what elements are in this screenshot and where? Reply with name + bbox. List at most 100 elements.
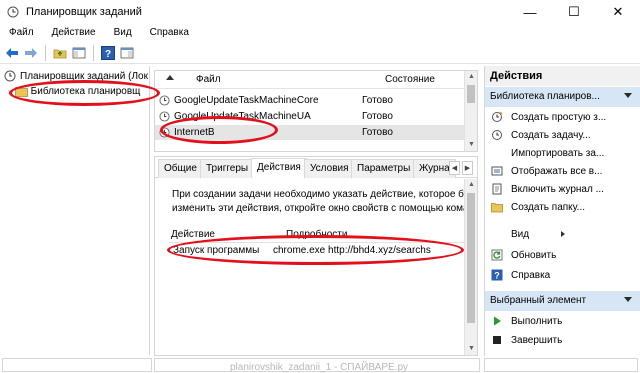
scroll-thumb[interactable] <box>467 85 475 103</box>
action-label: Завершить <box>511 334 563 346</box>
title-bar: Планировщик заданий — ☐ ✕ <box>0 0 640 24</box>
scroll-thumb[interactable] <box>467 193 475 323</box>
action-refresh[interactable]: Обновить <box>491 247 556 263</box>
close-button[interactable]: ✕ <box>596 0 640 24</box>
task-list-header: Файл Состояние <box>155 71 465 89</box>
table-row[interactable]: Запуск программы chrome.exe http://bhd4.… <box>169 243 467 258</box>
action-enable-log[interactable]: Включить журнал ... <box>491 181 604 197</box>
sort-up-icon <box>166 75 174 80</box>
maximize-button[interactable]: ☐ <box>552 0 596 24</box>
tree-library-label: Библиотека планировщ <box>30 85 141 97</box>
collapse-arrow-icon[interactable] <box>624 297 632 302</box>
folder-icon <box>14 86 28 97</box>
tab-scroll-right-icon[interactable]: ▶ <box>462 161 473 175</box>
show-hide-tree-icon[interactable] <box>71 45 87 61</box>
action-details: chrome.exe http://bhd4.xyz/searchs <box>273 245 431 256</box>
action-run[interactable]: Выполнить <box>491 313 562 329</box>
column-header-details[interactable]: Подробности <box>286 229 347 240</box>
table-row-selected[interactable]: InternetB Готово <box>155 125 465 140</box>
task-state: Готово <box>362 95 393 106</box>
action-end[interactable]: Завершить <box>491 332 562 348</box>
action-create-folder[interactable]: Создать папку... <box>491 199 585 215</box>
help-icon: ? <box>491 269 503 281</box>
clock-icon <box>7 6 19 18</box>
forward-arrow-icon[interactable] <box>23 45 39 61</box>
task-clock-icon <box>159 111 170 122</box>
help-icon[interactable]: ? <box>100 45 116 61</box>
table-row[interactable]: GoogleUpdateTaskMachineCore Готово <box>155 93 465 108</box>
task-list-scrollbar[interactable]: ▲ ▼ <box>464 71 477 151</box>
menu-help[interactable]: Справка <box>141 25 198 41</box>
task-clock-icon <box>159 127 170 138</box>
display-running-icon <box>491 165 503 177</box>
status-cell <box>2 358 152 372</box>
watermark-text: planirovshik_zadanii_1 - СПАЙВАРЕ.ру <box>230 362 408 373</box>
tree-item-root[interactable]: Планировщик заданий (Лок <box>4 69 148 83</box>
table-row[interactable]: GoogleUpdateTaskMachineUA Готово <box>155 109 465 124</box>
section-label: Выбранный элемент <box>490 295 587 306</box>
clock-icon <box>4 70 16 82</box>
scroll-up-icon[interactable]: ▲ <box>465 71 477 83</box>
description-line: изменить эти действия, откройте окно сво… <box>172 203 468 214</box>
menu-action[interactable]: Действие <box>43 25 105 41</box>
window-title: Планировщик заданий <box>26 6 142 18</box>
action-pane-icon[interactable] <box>119 45 135 61</box>
toolbar-separator <box>93 44 94 61</box>
chevron-right-icon[interactable]: › <box>8 87 11 96</box>
collapse-arrow-icon[interactable] <box>624 93 632 98</box>
action-display-running[interactable]: Отображать все в... <box>491 163 602 179</box>
action-label: Создать папку... <box>511 201 585 213</box>
task-list: Файл Состояние GoogleUpdateTaskMachineCo… <box>154 70 478 152</box>
column-header-state[interactable]: Состояние <box>385 74 435 85</box>
task-name: InternetB <box>174 127 215 138</box>
scroll-down-icon[interactable]: ▼ <box>465 139 477 151</box>
create-task-icon <box>491 129 503 141</box>
tree-root-label: Планировщик заданий (Лок <box>20 70 148 82</box>
enable-log-icon <box>491 183 503 195</box>
blank-icon <box>491 147 503 159</box>
scroll-up-icon[interactable]: ▲ <box>465 179 477 191</box>
menu-view[interactable]: Вид <box>105 25 141 41</box>
task-scheduler-window: Планировщик заданий — ☐ ✕ Файл Действие … <box>0 0 640 373</box>
details-scrollbar[interactable]: ▲ ▼ <box>464 179 477 355</box>
task-state: Готово <box>362 111 393 122</box>
tab-general[interactable]: Общие <box>158 159 203 178</box>
column-header-file[interactable]: Файл <box>196 74 221 85</box>
action-import-task[interactable]: Импортировать за... <box>491 145 604 161</box>
create-basic-task-icon <box>491 111 503 123</box>
action-create-task[interactable]: Создать задачу... <box>491 127 591 143</box>
actions-section-library[interactable]: Библиотека планиров... <box>485 87 640 107</box>
action-label: Импортировать за... <box>511 147 605 159</box>
actions-section-selected[interactable]: Выбранный элемент <box>485 291 640 311</box>
action-view[interactable]: Вид <box>491 226 565 242</box>
action-label: Вид <box>511 228 530 240</box>
section-label: Библиотека планиров... <box>490 91 600 102</box>
minimize-button[interactable]: — <box>508 0 552 24</box>
column-header-action[interactable]: Действие <box>171 229 215 240</box>
task-details: Общие Триггеры Действия Условия Параметр… <box>154 156 478 356</box>
action-label: Создать задачу... <box>511 129 591 141</box>
scroll-down-icon[interactable]: ▼ <box>465 343 477 355</box>
actions-table-header: Действие Подробности <box>169 227 467 243</box>
action-create-basic-task[interactable]: Создать простую з... <box>491 109 606 125</box>
menu-file[interactable]: Файл <box>0 25 43 41</box>
tab-triggers[interactable]: Триггеры <box>200 159 255 178</box>
tab-settings[interactable]: Параметры <box>351 159 417 178</box>
tab-scroll-left-icon[interactable]: ◀ <box>449 161 460 175</box>
action-help[interactable]: ? Справка <box>491 267 550 283</box>
details-tabs: Общие Триггеры Действия Условия Параметр… <box>155 157 477 178</box>
back-arrow-icon[interactable] <box>4 45 20 61</box>
svg-text:?: ? <box>105 49 111 60</box>
blank-icon <box>491 228 503 240</box>
menu-bar: Файл Действие Вид Справка <box>0 25 640 41</box>
action-label: Создать простую з... <box>511 111 607 123</box>
tab-conditions[interactable]: Условия <box>304 159 355 178</box>
actions-description: При создании задачи необходимо указать д… <box>172 188 468 216</box>
task-name: GoogleUpdateTaskMachineCore <box>174 95 319 106</box>
folder-icon <box>491 201 503 213</box>
tab-actions[interactable]: Действия <box>251 158 307 178</box>
tree-item-library[interactable]: › Библиотека планировщ <box>8 84 140 98</box>
toolbar: ? <box>0 42 640 64</box>
up-folder-icon[interactable] <box>52 45 68 61</box>
action-type: Запуск программы <box>173 245 260 256</box>
